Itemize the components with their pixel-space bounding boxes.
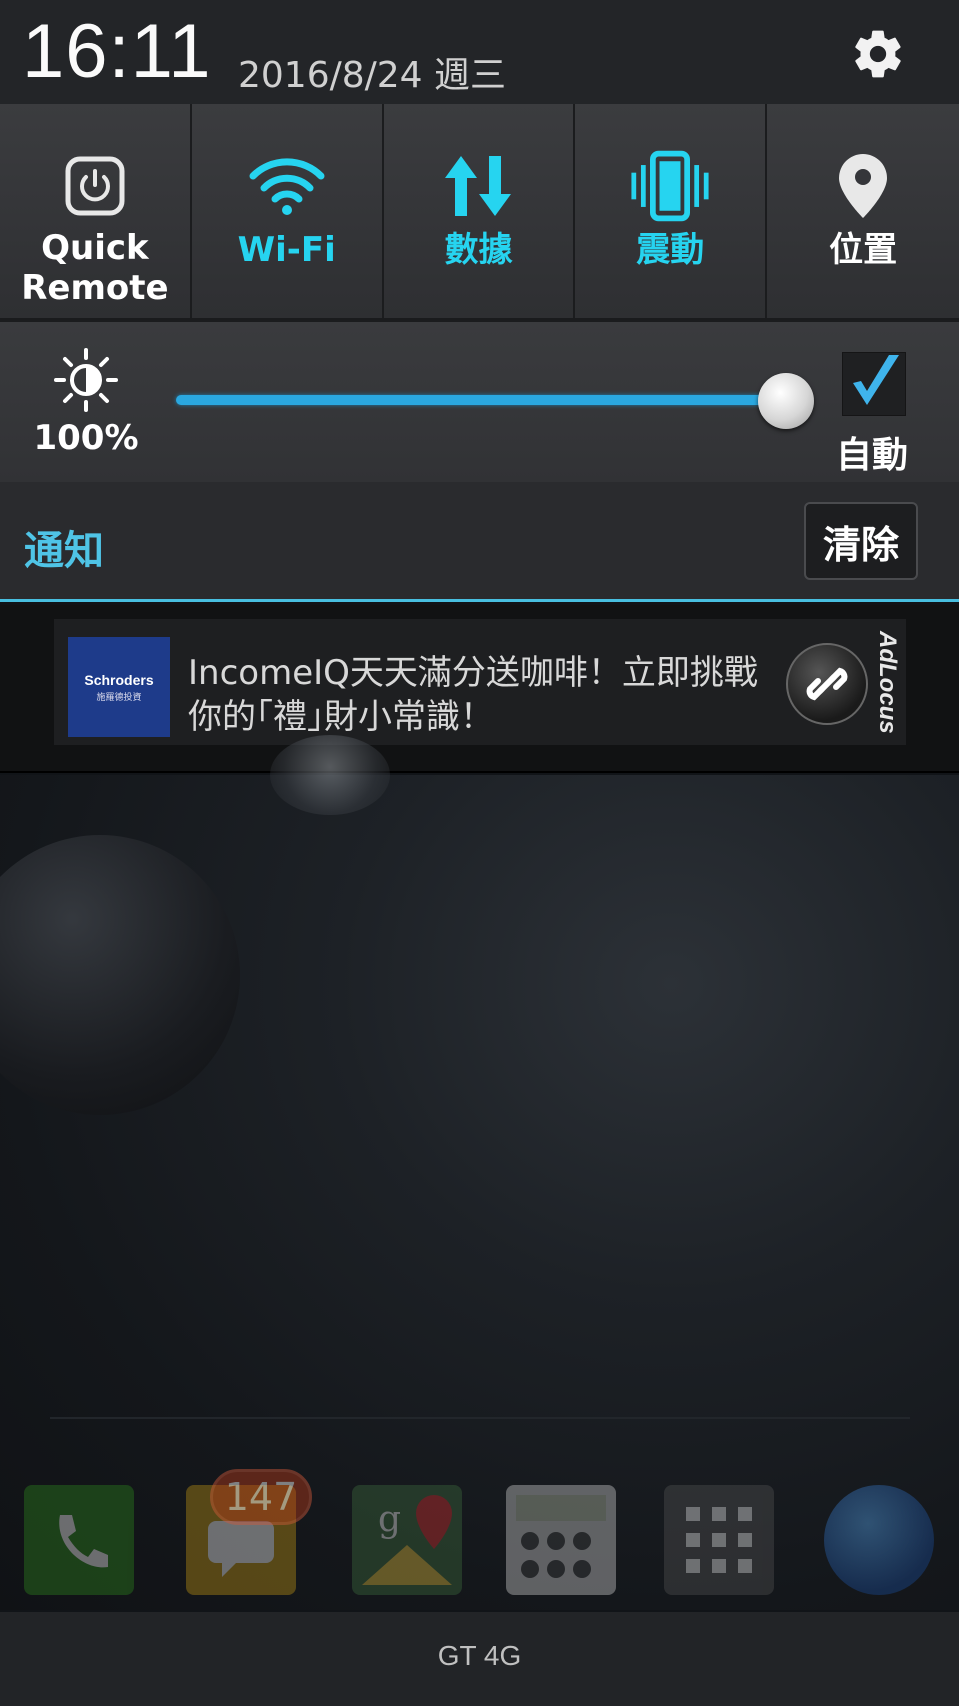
checkmark-icon [853, 355, 899, 405]
data-arrows-icon [438, 146, 518, 226]
auto-brightness-checkbox[interactable] [842, 352, 906, 416]
wallpaper-orb-small [270, 735, 390, 815]
svg-text:g: g [378, 1499, 401, 1540]
logo-brand-text: Schroders [84, 671, 154, 688]
clear-button[interactable]: 清除 [804, 502, 918, 580]
quick-settings-bar: Quick Remote Wi-Fi 數據 震動 位置 [0, 104, 959, 320]
ad-text-line1: IncomeIQ天天滿分送咖啡！立即挑戰 [188, 653, 758, 693]
unread-badge: 147 [210, 1469, 312, 1525]
phone-icon[interactable] [24, 1485, 134, 1595]
dock-divider [50, 1417, 910, 1419]
quick-remote-toggle[interactable]: Quick Remote [0, 104, 192, 318]
calculator-icon[interactable] [506, 1485, 616, 1595]
location-toggle[interactable]: 位置 [767, 104, 959, 318]
wallpaper-orb [0, 835, 240, 1115]
vibrate-icon [630, 146, 710, 226]
notifications-header: 通知 清除 [0, 482, 959, 602]
location-icon [823, 146, 903, 226]
svg-text:AdLocus: AdLocus [874, 630, 901, 734]
quick-remote-label: Quick Remote [0, 228, 190, 308]
brightness-slider-track[interactable] [176, 395, 786, 405]
date-label: 2016/8/24 週三 [238, 55, 507, 96]
browser-globe-icon[interactable] [824, 1485, 934, 1595]
carrier-label: GT 4G [437, 1640, 522, 1671]
data-label: 數據 [444, 230, 513, 270]
carrier-bar: GT 4G [0, 1612, 959, 1706]
clock-time: 16:11 [22, 9, 212, 94]
adlocus-brand: AdLocus [874, 630, 901, 734]
link-icon[interactable] [786, 643, 868, 725]
data-toggle[interactable]: 數據 [383, 104, 576, 318]
vibrate-toggle[interactable]: 震動 [575, 104, 768, 318]
notification-list: Schroders 施羅德投資 IncomeIQ天天滿分送咖啡！立即挑戰 你的｢… [0, 605, 959, 773]
auto-brightness-label: 自動 [836, 435, 909, 476]
notifications-title: 通知 [24, 528, 104, 574]
gear-icon[interactable] [850, 26, 906, 82]
brightness-slider-thumb[interactable] [758, 373, 814, 429]
status-header: 16:11 2016/8/24 週三 [0, 0, 959, 104]
brightness-sun-icon [54, 348, 118, 412]
wifi-toggle[interactable]: Wi-Fi [191, 104, 384, 318]
brightness-value: 100% [33, 418, 139, 458]
quick-remote-text: Quick Remote [21, 228, 169, 308]
app-dock: 147 g [0, 1469, 959, 1595]
ad-text-line2: 你的｢禮｣財小常識！ [188, 697, 494, 737]
schroders-logo: Schroders 施羅德投資 [68, 637, 170, 737]
ad-notification[interactable]: Schroders 施羅德投資 IncomeIQ天天滿分送咖啡！立即挑戰 你的｢… [54, 619, 906, 745]
power-remote-icon [55, 146, 135, 226]
vibrate-label: 震動 [636, 230, 705, 270]
maps-icon[interactable]: g [352, 1485, 462, 1595]
location-label: 位置 [829, 230, 898, 270]
wifi-label: Wi-Fi [237, 230, 336, 270]
logo-sub-text: 施羅德投資 [96, 692, 142, 703]
wifi-icon [247, 146, 327, 226]
apps-grid-icon[interactable] [664, 1485, 774, 1595]
brightness-panel: 100% 自動 [0, 320, 959, 482]
